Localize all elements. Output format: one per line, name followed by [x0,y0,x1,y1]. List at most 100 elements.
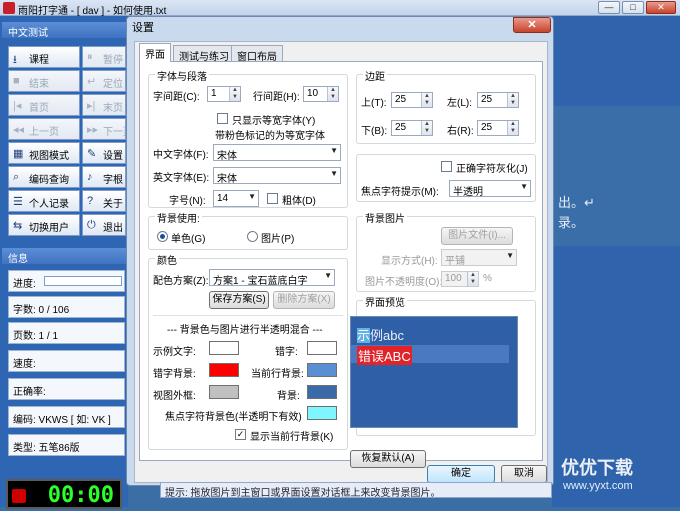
blend-note: --- 背景色与图片进行半透明混合 --- [167,325,323,336]
minimize-icon[interactable]: — [598,1,620,14]
about-button[interactable]: ? 关于 [82,190,126,212]
chevron-down-icon: ▼ [506,251,514,260]
monospace-only-label: 只显示等宽字体(Y) [232,116,316,127]
sample-text-label: 示例文字: [153,347,196,358]
view-frame-color[interactable] [209,385,239,399]
save-scheme-button[interactable]: 保存方案(S) [209,291,269,309]
next-page-icon: ▸▸ [87,124,99,136]
spin-arrows-icon[interactable]: ▲ ▼ [229,87,240,101]
maximize-icon[interactable]: □ [622,1,644,14]
image-file-button[interactable]: 图片文件(I)... [441,227,513,245]
ok-button[interactable]: 确定 [427,465,495,483]
watermark-brand: 优优下载 [561,458,633,478]
tab-window-layout[interactable]: 窗口布局 [231,45,283,63]
search-icon: ⌕ [13,171,20,183]
background-label: 背景: [277,391,300,402]
background-color[interactable] [307,385,337,399]
wrong-char-label: 错字: [275,347,298,358]
correct-gray-label: 正确字符灰化(J) [456,164,528,175]
monospace-only-checkbox[interactable] [217,113,228,124]
first-page-icon: |◂ [13,100,22,112]
switch-user-button[interactable]: ⇆ 切换用户 [8,214,80,236]
chevron-down-icon: ▼ [248,192,256,201]
window-title: 雨阳打字通 - [ dav ] - 如何使用.txt [18,6,167,17]
tab-test-practice[interactable]: 测试与练习 [173,45,235,63]
close-icon[interactable]: ✕ [646,1,676,14]
locate-button[interactable]: ↵ 定位 [82,70,126,92]
spin-arrows-icon[interactable]: ▲ ▼ [467,272,478,286]
exit-button[interactable]: ⏻ 退出 [82,214,126,236]
solid-radio[interactable] [157,231,168,242]
cn-font-select[interactable]: 宋体 ▼ [213,144,341,161]
margin-group: 边距 上(T): 25 ▲ ▼ 左(L): 25 ▲ ▼ 下(B): 25 ▲ ▼ 右(R)… [356,68,536,144]
display-mode-select[interactable]: 平铺 ▼ [441,249,517,266]
spin-arrows-icon[interactable]: ▲ ▼ [421,121,432,135]
en-font-select[interactable]: 宋体 ▼ [213,167,341,184]
watermark-url: www.yyxt.com [563,480,633,492]
margin-right-label: 右(R): [447,126,474,137]
pause-button[interactable]: ⏸ 暂停 [82,46,126,68]
char-spacing-label: 字间距(C): [153,92,200,103]
image-radio[interactable] [247,231,258,242]
show-current-line-label: 显示当前行背景(K) [250,432,334,443]
last-page-button[interactable]: ▸| 末页 [82,94,126,116]
wrong-bg-label: 错字背景: [153,369,196,380]
end-button[interactable]: ■ 结束 [8,70,80,92]
sample-text-color[interactable] [209,341,239,355]
progress-row: 进度: [8,270,125,292]
list-icon: ☰ [13,196,23,208]
margin-left-input[interactable]: 25 ▲ ▼ [477,92,519,108]
settings-button[interactable]: ✎ 设置 [82,142,126,164]
scheme-select[interactable]: 方案1 - 宝石蓝底白字 ▼ [209,269,335,286]
focus-group: 正确字符灰化(J) 焦点字符提示(M): 半透明 ▼ [356,154,536,202]
type-row: 类型: 五笔86版 [8,434,125,456]
lesson-button[interactable]: ⭳ 课程 [8,46,80,68]
margin-bottom-input[interactable]: 25 ▲ ▼ [391,120,433,136]
bg-image-title: 背景图片 [363,210,407,225]
delete-scheme-button[interactable]: 删除方案(X) [273,291,335,309]
next-page-button[interactable]: ▸▸下一页 [82,118,126,140]
solid-label: 单色(G) [171,234,206,245]
cancel-button[interactable]: 取消 [501,465,547,483]
prev-page-button[interactable]: ◂◂ 上一页 [8,118,80,140]
chevron-down-icon: ▼ [330,146,338,155]
opacity-input[interactable]: 100 ▲ ▼ [441,271,479,287]
spin-arrows-icon[interactable]: ▲ ▼ [507,93,518,107]
show-current-line-checkbox[interactable]: ✓ [235,429,246,440]
tab-interface[interactable]: 界面 [139,43,171,62]
focus-hint-select[interactable]: 半透明 ▼ [449,180,531,197]
radical-button[interactable]: ♪ 字根 [82,166,126,188]
margin-right-input[interactable]: 25 ▲ ▼ [477,120,519,136]
view-frame-label: 视图外框: [153,391,196,402]
chevron-down-icon: ▼ [520,182,528,191]
dialog-title: 设置 [132,22,154,34]
font-size-select[interactable]: 14 ▼ [213,190,259,207]
chevron-down-icon: ▼ [330,169,338,178]
watermark: 优优下载 www.yyxt.com [555,452,680,502]
code-lookup-button[interactable]: ⌕ 编码查询 [8,166,80,188]
restore-default-button[interactable]: 恢复默认(A) [350,450,426,468]
view-mode-button[interactable]: ▦ 视图模式 [8,142,80,164]
preview-error: 错误ABC [357,346,412,365]
first-page-button[interactable]: |◂ 首页 [8,94,80,116]
spin-arrows-icon[interactable]: ▲ ▼ [507,121,518,135]
close-icon[interactable]: ✕ [513,17,551,33]
preview-sample: 示例abc [357,328,404,343]
color-group: 颜色 配色方案(Z): 方案1 - 宝石蓝底白字 ▼ 保存方案(S) 删除方案(X… [148,252,348,450]
bold-checkbox[interactable] [267,193,278,204]
wrong-char-color[interactable] [307,341,337,355]
focus-bg-color[interactable] [307,406,337,420]
char-spacing-input[interactable]: 1 ▲ ▼ [207,86,241,102]
line-spacing-input[interactable]: 10 ▲ ▼ [303,86,339,102]
image-label: 图片(P) [261,234,295,245]
current-line-bg-color[interactable] [307,363,337,377]
display-mode-label: 显示方式(H): [381,256,438,267]
spin-arrows-icon[interactable]: ▲ ▼ [327,87,338,101]
margin-top-input[interactable]: 25 ▲ ▼ [391,92,433,108]
spin-arrows-icon[interactable]: ▲ ▼ [421,93,432,107]
correct-gray-checkbox[interactable] [441,161,452,172]
typing-workspace[interactable]: 出。↵ 录。 [552,16,680,507]
personal-record-button[interactable]: ☰ 个人记录 [8,190,80,212]
left-panel: 中文测试 ⭳ 课程 ⏸ 暂停 ■ 结束 ↵ 定位 |◂ 首页 ▸| 末页 ◂◂ 上一页 ▸▸ 下… [0,16,128,509]
wrong-bg-color[interactable] [209,363,239,377]
